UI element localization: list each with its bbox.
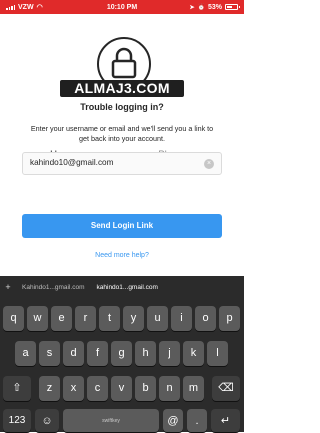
key-b[interactable]: b bbox=[135, 376, 156, 401]
return-key[interactable]: ↵ bbox=[211, 409, 240, 432]
key-m[interactable]: m bbox=[183, 376, 204, 401]
emoji-key[interactable]: ☺ bbox=[35, 409, 59, 432]
key-d[interactable]: d bbox=[63, 341, 84, 366]
key-s[interactable]: s bbox=[39, 341, 60, 366]
page-title: Trouble logging in? bbox=[80, 102, 164, 112]
key-j[interactable]: j bbox=[159, 341, 180, 366]
plus-icon[interactable]: + bbox=[0, 282, 16, 292]
key-z[interactable]: z bbox=[39, 376, 60, 401]
username-email-input[interactable]: kahindo10@gmail.com × bbox=[22, 152, 222, 175]
key-y[interactable]: y bbox=[123, 306, 144, 331]
page-description: Enter your username or email and we'll s… bbox=[30, 124, 214, 143]
at-key[interactable]: @ bbox=[163, 409, 183, 432]
key-t[interactable]: t bbox=[99, 306, 120, 331]
keyboard-suggestion-bar: + Kahindo1...gmail.com kahindo1...gmail.… bbox=[0, 276, 244, 298]
key-p[interactable]: p bbox=[219, 306, 240, 331]
key-i[interactable]: i bbox=[171, 306, 192, 331]
key-r[interactable]: r bbox=[75, 306, 96, 331]
key-g[interactable]: g bbox=[111, 341, 132, 366]
key-h[interactable]: h bbox=[135, 341, 156, 366]
status-bar: VZW ◠ 10:10 PM ➤ ⏰ 53% bbox=[0, 0, 244, 14]
key-a[interactable]: a bbox=[15, 341, 36, 366]
key-k[interactable]: k bbox=[183, 341, 204, 366]
key-n[interactable]: n bbox=[159, 376, 180, 401]
watermark-logo: ALMAJ3.COM bbox=[60, 80, 184, 97]
key-v[interactable]: v bbox=[111, 376, 132, 401]
space-key[interactable]: swiftkey bbox=[63, 409, 159, 432]
suggestion-1[interactable]: Kahindo1...gmail.com bbox=[16, 284, 85, 291]
period-key[interactable]: . bbox=[187, 409, 207, 432]
suggestion-2[interactable]: kahindo1...gmail.com bbox=[85, 284, 158, 291]
clear-input-icon[interactable]: × bbox=[204, 159, 214, 169]
input-value: kahindo10@gmail.com bbox=[30, 158, 114, 167]
status-time: 10:10 PM bbox=[106, 3, 138, 11]
battery-icon bbox=[225, 4, 240, 10]
key-l[interactable]: l bbox=[207, 341, 228, 366]
key-q[interactable]: q bbox=[3, 306, 24, 331]
numbers-key[interactable]: 123 bbox=[3, 409, 31, 432]
key-x[interactable]: x bbox=[63, 376, 84, 401]
key-u[interactable]: u bbox=[147, 306, 168, 331]
key-e[interactable]: e bbox=[51, 306, 72, 331]
key-w[interactable]: w bbox=[27, 306, 48, 331]
send-login-link-button[interactable]: Send Login Link bbox=[22, 214, 222, 238]
key-o[interactable]: o bbox=[195, 306, 216, 331]
key-c[interactable]: c bbox=[87, 376, 108, 401]
key-f[interactable]: f bbox=[87, 341, 108, 366]
need-more-help-link[interactable]: Need more help? bbox=[0, 252, 244, 259]
backspace-key[interactable]: ⌫ bbox=[212, 376, 240, 401]
shift-key[interactable]: ⇧ bbox=[3, 376, 31, 401]
